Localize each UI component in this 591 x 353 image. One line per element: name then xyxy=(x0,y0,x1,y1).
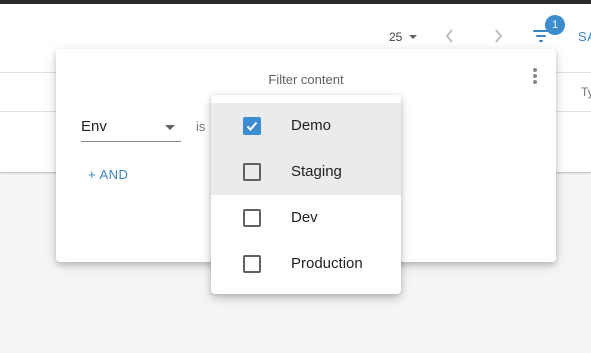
option-label: Production xyxy=(291,255,363,272)
save-button[interactable]: SA xyxy=(578,29,591,44)
filter-value-dropdown: Demo Staging Dev Production xyxy=(211,95,401,294)
add-and-condition-button[interactable]: + AND xyxy=(88,167,128,182)
check-icon xyxy=(246,121,258,131)
option-production[interactable]: Production xyxy=(211,241,401,287)
checkbox-checked[interactable] xyxy=(243,117,261,135)
filter-field-select[interactable]: Env xyxy=(81,117,181,142)
option-label: Dev xyxy=(291,209,318,226)
chevron-right-icon xyxy=(495,29,503,43)
option-demo[interactable]: Demo xyxy=(211,103,401,149)
filter-operator: is xyxy=(196,119,206,134)
rows-per-page-value: 25 xyxy=(389,30,403,44)
column-header-type[interactable]: Ty xyxy=(581,85,591,99)
filter-field-value: Env xyxy=(81,118,107,135)
filter-count-badge: 1 xyxy=(545,15,565,35)
checkbox-unchecked[interactable] xyxy=(243,255,261,273)
option-label: Demo xyxy=(291,117,332,134)
chevron-down-icon xyxy=(165,125,175,130)
checkbox-unchecked[interactable] xyxy=(243,163,261,181)
option-label: Staging xyxy=(291,163,342,180)
chevron-left-icon xyxy=(445,29,453,43)
filter-panel-title: Filter content xyxy=(268,72,344,87)
checkbox-unchecked[interactable] xyxy=(243,209,261,227)
option-dev[interactable]: Dev xyxy=(211,195,401,241)
chevron-down-icon xyxy=(409,35,418,39)
next-page-button[interactable] xyxy=(487,25,509,47)
prev-page-button[interactable] xyxy=(439,25,461,47)
more-vert-icon[interactable] xyxy=(531,68,539,86)
rows-per-page-select[interactable]: 25 xyxy=(389,28,418,46)
option-staging[interactable]: Staging xyxy=(211,149,401,195)
